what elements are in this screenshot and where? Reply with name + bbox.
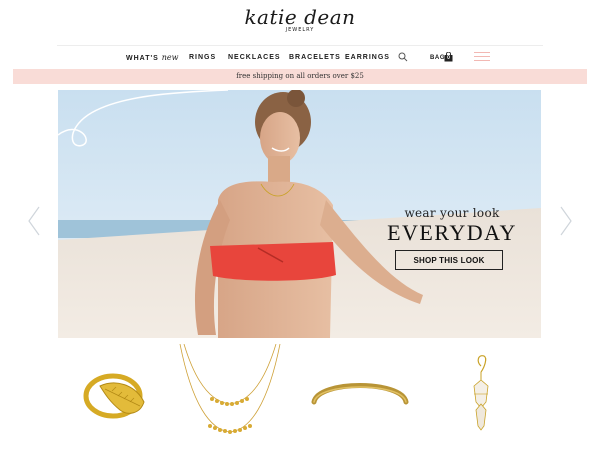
logo-script-text: katie dean bbox=[244, 5, 356, 29]
hamburger-menu-icon[interactable] bbox=[474, 52, 490, 62]
hero-title: EVERYDAY bbox=[387, 220, 517, 245]
chevron-right-icon[interactable] bbox=[560, 206, 572, 236]
bag-count: 0 bbox=[447, 55, 450, 61]
promo-banner: free shipping on all orders over $25 bbox=[13, 69, 587, 84]
nav-item-necklaces[interactable]: NECKLACES bbox=[228, 52, 281, 64]
nav-whats-prefix: WHAT'S bbox=[126, 55, 159, 62]
nav-item-bracelets[interactable]: BRACELETS bbox=[289, 52, 341, 64]
main-nav: WHAT'S new RINGS NECKLACES BRACELETS EAR… bbox=[0, 52, 600, 64]
logo-subtitle: JEWELRY bbox=[285, 27, 315, 33]
product-bracelet-image[interactable] bbox=[308, 344, 412, 440]
product-necklace-image[interactable] bbox=[178, 344, 282, 440]
hero-headline: wear your look EVERYDAY bbox=[382, 206, 522, 244]
product-ring-image[interactable] bbox=[80, 344, 150, 440]
brand-logo[interactable]: katie dean JEWELRY bbox=[0, 6, 600, 33]
search-icon[interactable] bbox=[398, 52, 408, 62]
hero-banner: wear your look EVERYDAY bbox=[58, 90, 541, 338]
chevron-left-icon[interactable] bbox=[28, 206, 40, 236]
nav-whats-script: new bbox=[161, 53, 179, 62]
nav-item-earrings[interactable]: EARRINGS bbox=[345, 52, 390, 64]
shop-this-look-button[interactable]: SHOP THIS LOOK bbox=[395, 250, 503, 270]
nav-item-rings[interactable]: RINGS bbox=[189, 52, 216, 64]
bag-label[interactable]: BAG bbox=[430, 52, 445, 64]
nav-item-whats-new[interactable]: WHAT'S new bbox=[126, 52, 179, 65]
product-earring-image[interactable] bbox=[466, 344, 496, 440]
header-divider bbox=[57, 45, 543, 46]
hero-tagline: wear your look bbox=[404, 206, 500, 220]
